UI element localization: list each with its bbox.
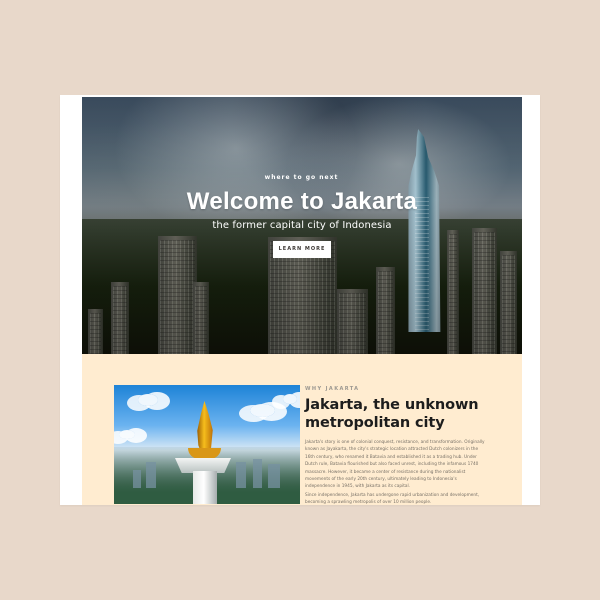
building: [146, 462, 156, 488]
hero-title: Welcome to Jakarta: [186, 188, 418, 215]
hero-section: where to go next Welcome to Jakarta the …: [82, 97, 522, 354]
website-mockup: where to go next Welcome to Jakarta the …: [60, 95, 540, 505]
building: [111, 282, 129, 354]
building: [236, 462, 246, 488]
monument-shaft: [193, 471, 217, 504]
about-paragraph-2: Since independence, Jakarta has undergon…: [305, 492, 480, 505]
about-paragraph-1: Jakarta's story is one of colonial conqu…: [305, 440, 485, 490]
building: [376, 267, 395, 354]
cloud-shape: [283, 394, 297, 404]
hero-subtitle: the former capital city of Indonesia: [212, 220, 392, 231]
section-label: WHY JAKARTA: [305, 386, 360, 392]
building: [88, 309, 103, 354]
national-monument: [175, 401, 231, 504]
learn-more-button[interactable]: LEARN MORE: [273, 241, 331, 258]
section-title: Jakarta, the unknown metropolitan city: [305, 397, 479, 431]
cloud-shape: [250, 404, 275, 417]
about-section: WHY JAKARTA Jakarta, the unknown metropo…: [82, 354, 522, 505]
building: [193, 282, 209, 354]
building: [337, 289, 368, 354]
building: [133, 470, 141, 488]
building: [500, 251, 517, 354]
building: [253, 459, 262, 488]
monument-image: [114, 385, 300, 504]
building: [268, 464, 280, 488]
about-copy: WHY JAKARTA Jakarta, the unknown metropo…: [305, 385, 487, 505]
cloud-shape: [119, 430, 135, 439]
monument-cup: [188, 448, 221, 459]
gold-flame: [197, 401, 213, 455]
cloud-shape: [138, 394, 158, 406]
hero-content: where to go next Welcome to Jakarta the …: [82, 173, 522, 258]
hero-eyebrow: where to go next: [264, 174, 339, 181]
